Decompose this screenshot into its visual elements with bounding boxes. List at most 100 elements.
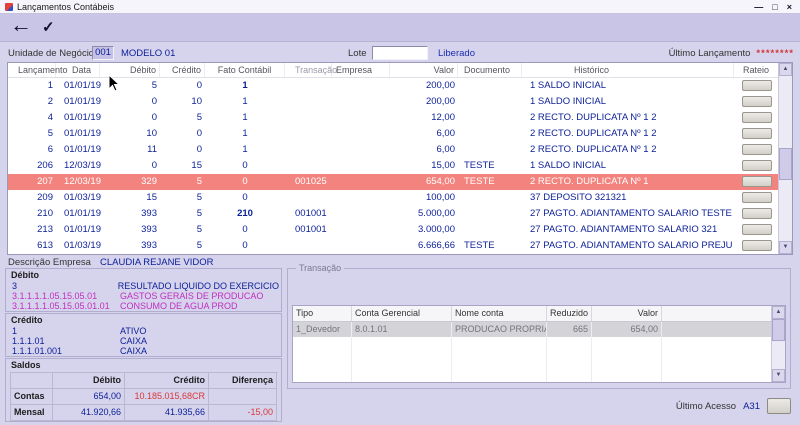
- grid-row[interactable]: 209 01/03/19 15 5 0 100,00 37 DEPOSITO 321321: [8, 190, 779, 206]
- cell-credito: 0: [196, 80, 202, 91]
- last-access-button[interactable]: [767, 398, 791, 414]
- cell-debito: 393: [141, 208, 157, 219]
- grid-row[interactable]: 4 01/01/19 0 5 1 12,00 2 RECTO. DUPLICATA Nº 1…: [8, 110, 779, 126]
- account-name: CAIXA: [120, 336, 148, 346]
- minimize-icon[interactable]: —: [754, 1, 763, 13]
- account-row: 1 ATIVO: [12, 326, 279, 336]
- last-entry-label: Último Lançamento: [668, 48, 751, 59]
- rateio-cell: [734, 206, 779, 222]
- col-header-documento: Documento: [458, 63, 522, 77]
- cell-fato-contabil: 1: [242, 80, 248, 91]
- rateio-button[interactable]: [741, 208, 772, 219]
- cell-transacao: 001001: [295, 208, 327, 219]
- transacao-empty-row: [293, 352, 772, 367]
- cell-filler: [662, 322, 772, 337]
- col-header-rateio: Rateio: [734, 63, 779, 77]
- rateio-button[interactable]: [741, 112, 772, 123]
- cell-fato-contabil: 0: [242, 224, 248, 235]
- saldos-body: Contas 654,00 10.185.015,68CR Mensal 41.920,…: [11, 389, 278, 421]
- cell-valor: 15,00: [431, 160, 455, 171]
- business-unit-code-field[interactable]: 001: [92, 46, 114, 60]
- rateio-button[interactable]: [741, 240, 772, 251]
- transacao-row[interactable]: 1_Devedor 8.0.1.01 PRODUCAO PROPRIA 665 654,…: [293, 322, 772, 337]
- cell-transacao: 001001: [295, 224, 327, 235]
- scroll-down-icon[interactable]: ▼: [779, 241, 792, 254]
- transacao-body: 1_Devedor 8.0.1.01 PRODUCAO PROPRIA 665 654,…: [293, 322, 772, 382]
- entries-grid: Lançamento Data Débito Crédito Fato Cont…: [7, 62, 793, 255]
- col-header-fato-contabil: Fato Contábil: [205, 63, 285, 77]
- cell-debito: 11: [147, 144, 157, 155]
- grid-header: Lançamento Data Débito Crédito Fato Cont…: [8, 63, 779, 78]
- transacao-col-tipo: Tipo: [293, 306, 352, 321]
- cell-empresa: [332, 238, 390, 254]
- empty-cell: [547, 337, 592, 352]
- rateio-button[interactable]: [741, 160, 772, 171]
- cell-historico: 1 SALDO INICIAL: [530, 80, 607, 91]
- cell-historico: 2 RECTO. DUPLICATA Nº 1 2: [530, 144, 657, 155]
- cell-historico: 37 DEPOSITO 321321: [530, 192, 627, 203]
- cell-fato-contabil: 0: [242, 192, 248, 203]
- scroll-down-icon[interactable]: ▼: [772, 369, 785, 382]
- account-code: 1.1.1.01: [12, 336, 45, 346]
- cell-historico: 2 RECTO. DUPLICATA Nº 1 2: [530, 112, 657, 123]
- rateio-button[interactable]: [741, 80, 772, 91]
- cell-documento: [458, 94, 522, 110]
- col-header-empresa: Empresa: [332, 63, 390, 77]
- close-icon[interactable]: ×: [787, 1, 792, 13]
- cell-lancamento: 207: [37, 176, 53, 187]
- confirm-check-icon[interactable]: ✓: [42, 18, 55, 36]
- cell-valor: 654,00: [592, 322, 662, 337]
- cell-empresa: [332, 206, 390, 222]
- transacao-scrollbar[interactable]: ▲ ▼: [771, 306, 785, 382]
- app-icon: [5, 2, 13, 11]
- grid-row[interactable]: 206 12/03/19 0 15 0 15,00 TESTE 1 SALDO INICIAL: [8, 158, 779, 174]
- saldos-col-diferenca: Diferença: [209, 373, 277, 389]
- grid-row[interactable]: 1 01/01/19 5 0 1 200,00 1 SALDO INICIAL: [8, 78, 779, 94]
- cell-valor: 6,00: [436, 144, 456, 155]
- grid-vertical-scrollbar[interactable]: ▲ ▼: [778, 63, 792, 254]
- empty-cell: [662, 367, 772, 382]
- transacao-col-valor: Valor: [592, 306, 662, 321]
- cell-debito: 15: [146, 192, 157, 203]
- transacao-col-conta-gerencial: Conta Gerencial: [352, 306, 452, 321]
- grid-row[interactable]: 2 01/01/19 0 10 1 200,00 1 SALDO INICIAL: [8, 94, 779, 110]
- rateio-button[interactable]: [741, 176, 772, 187]
- empty-cell: [352, 367, 452, 382]
- col-header-valor: Valor: [390, 63, 458, 77]
- rateio-button[interactable]: [741, 192, 772, 203]
- cell-credito: 0: [196, 128, 202, 139]
- back-arrow-icon[interactable]: ←: [10, 12, 32, 38]
- empty-cell: [592, 352, 662, 367]
- rateio-cell: [734, 158, 779, 174]
- transacao-col-reduzido: Reduzido: [547, 306, 592, 321]
- rateio-button[interactable]: [741, 128, 772, 139]
- cell-transacao: [285, 142, 332, 158]
- rateio-button[interactable]: [741, 96, 772, 107]
- cell-historico: 27 PAGTO. ADIANTAMENTO SALARIO TESTE: [530, 208, 732, 219]
- cell-credito: 10: [191, 96, 202, 107]
- grid-body: 1 01/01/19 5 0 1 200,00 1 SALDO INICIAL 2 01/01/…: [8, 78, 779, 254]
- empty-cell: [662, 352, 772, 367]
- grid-row[interactable]: 210 01/01/19 393 5 210 001001 5.000,00 27 PAGTO…: [8, 206, 779, 222]
- grid-row[interactable]: 613 01/03/19 393 5 0 6.666,66 TESTE 27 PAGTO. A…: [8, 238, 779, 254]
- grid-row[interactable]: 213 01/01/19 393 5 0 001001 3.000,00 27 PAGTO. …: [8, 222, 779, 238]
- lote-input[interactable]: [372, 46, 428, 60]
- cell-empresa: [332, 78, 390, 94]
- cell-reduzido: 665: [547, 322, 592, 337]
- grid-row[interactable]: 6 01/01/19 11 0 1 6,00 2 RECTO. DUPLICATA Nº 1…: [8, 142, 779, 158]
- empty-cell: [547, 367, 592, 382]
- scroll-up-icon[interactable]: ▲: [779, 63, 792, 76]
- rateio-button[interactable]: [741, 224, 772, 235]
- cell-documento: [458, 78, 522, 94]
- maximize-icon[interactable]: □: [772, 1, 777, 13]
- saldos-col-credito: Crédito: [125, 373, 209, 389]
- grid-row[interactable]: 207 12/03/19 329 5 0 001025 654,00 TESTE 2 RECTO…: [8, 174, 779, 190]
- rateio-button[interactable]: [741, 144, 772, 155]
- scrollbar-thumb[interactable]: [772, 319, 785, 341]
- cell-empresa: [332, 158, 390, 174]
- grid-row[interactable]: 5 01/01/19 10 0 1 6,00 2 RECTO. DUPLICATA Nº 1…: [8, 126, 779, 142]
- scrollbar-thumb[interactable]: [779, 148, 792, 180]
- scroll-up-icon[interactable]: ▲: [772, 306, 785, 319]
- cell-credito: 5: [196, 208, 202, 219]
- empty-cell: [662, 337, 772, 352]
